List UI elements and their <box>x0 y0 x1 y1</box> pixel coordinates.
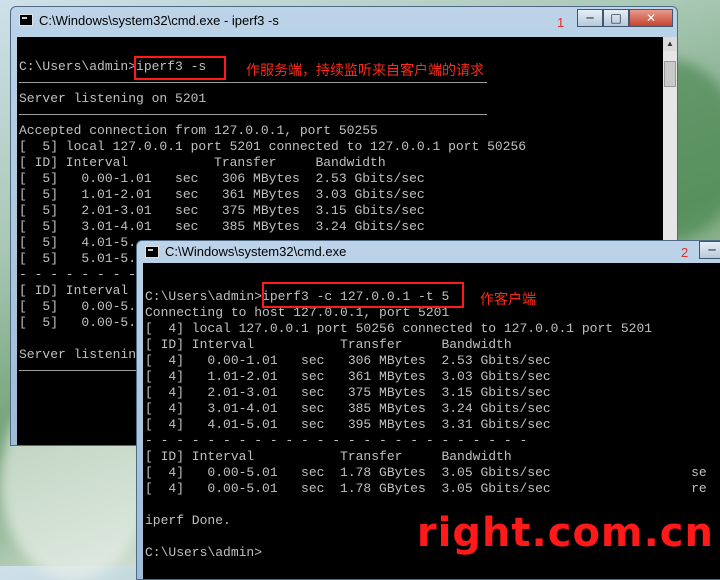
console-line: [ 5] 0.00-5. <box>19 315 137 330</box>
console-line: [ 5] local 127.0.0.1 port 5201 connected… <box>19 139 527 154</box>
console-line: [ 4] local 127.0.0.1 port 50256 connecte… <box>145 321 653 336</box>
console-line: - - - - - - - - - - - - - - - - - - - - … <box>145 433 528 448</box>
minimize-button[interactable]: ─ <box>577 9 603 27</box>
console-icon <box>145 246 159 258</box>
console-line: Server listening on 5201 <box>19 91 207 106</box>
console-line: [ ID] Interval Transfer Bandwidth <box>145 449 512 464</box>
window-number-label: 1 <box>557 15 565 30</box>
window-title: C:\Windows\system32\cmd.exe <box>165 244 347 259</box>
highlight-box-client-command <box>262 282 464 308</box>
console-line: [ ID] Interval Transfer Bandwidth <box>145 337 512 352</box>
site-watermark: right.com.cn <box>416 510 714 556</box>
console-line: iperf Done. <box>145 513 231 528</box>
console-line: [ ID] Interval Transfer Bandwidth <box>19 155 386 170</box>
console-line: [ 5] 3.01-4.01 sec 385 MBytes 3.24 Gbits… <box>19 219 425 234</box>
close-button[interactable]: ✕ <box>629 9 673 27</box>
console-line: [ ID] Interval <box>19 283 129 298</box>
window-number-label: 2 <box>681 245 689 260</box>
client-annotation: 作客户端 <box>480 291 536 307</box>
title-bar[interactable]: C:\Windows\system32\cmd.exe 2 ─ <box>137 241 720 263</box>
separator <box>19 370 139 371</box>
console-icon <box>19 14 33 26</box>
minimize-button[interactable]: ─ <box>699 241 720 259</box>
console-line: [ 5] 0.00-1.01 sec 306 MBytes 2.53 Gbits… <box>19 171 425 186</box>
console-line: [ 5] 2.01-3.01 sec 375 MBytes 3.15 Gbits… <box>19 203 425 218</box>
console-line: [ 4] 4.01-5.01 sec 395 MBytes 3.31 Gbits… <box>145 417 551 432</box>
console-line: [ 4] 1.01-2.01 sec 361 MBytes 3.03 Gbits… <box>145 369 551 384</box>
server-annotation: 作服务端，持续监听来自客户端的请求 <box>246 62 484 78</box>
console-line: [ 4] 0.00-1.01 sec 306 MBytes 2.53 Gbits… <box>145 353 551 368</box>
console-line: Server listenin <box>19 347 137 362</box>
maximize-button[interactable]: □ <box>603 9 629 27</box>
console-line: C:\Users\admin> <box>145 545 263 560</box>
console-line: [ 5] 5.01-5. <box>19 251 137 266</box>
console-line: [ 4] 3.01-4.01 sec 385 MBytes 3.24 Gbits… <box>145 401 551 416</box>
scroll-up-arrow-icon[interactable]: ▲ <box>663 37 677 51</box>
console-line: [ 4] 0.00-5.01 sec 1.78 GBytes 3.05 Gbit… <box>145 481 707 496</box>
console-line: [ 4] 2.01-3.01 sec 375 MBytes 3.15 Gbits… <box>145 385 551 400</box>
title-bar[interactable]: C:\Windows\system32\cmd.exe - iperf3 -s … <box>11 7 677 35</box>
console-line: [ 5] 0.00-5. <box>19 299 137 314</box>
separator <box>19 114 487 115</box>
highlight-box-server-command <box>134 56 226 80</box>
console-line: [ 5] 1.01-2.01 sec 361 MBytes 3.03 Gbits… <box>19 187 425 202</box>
console-line: [ 4] 0.00-5.01 sec 1.78 GBytes 3.05 Gbit… <box>145 465 707 480</box>
separator <box>19 82 487 83</box>
console-line: [ 5] 4.01-5. <box>19 235 137 250</box>
console-line: Accepted connection from 127.0.0.1, port… <box>19 123 378 138</box>
scroll-thumb[interactable] <box>664 61 676 87</box>
console-line: - - - - - - - - <box>19 267 137 282</box>
window-title: C:\Windows\system32\cmd.exe - iperf3 -s <box>39 13 279 28</box>
